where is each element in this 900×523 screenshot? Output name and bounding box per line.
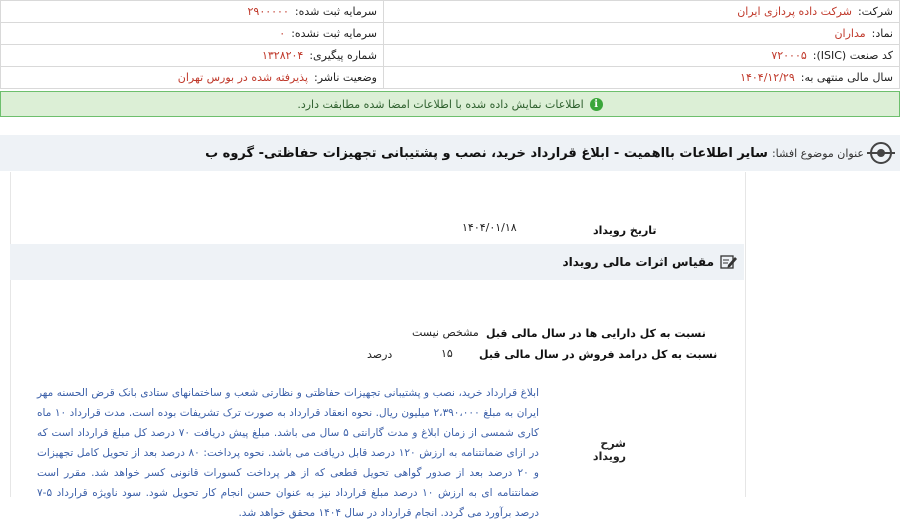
- notice-text: اطلاعات نمایش داده شده با اطلاعات امضا ش…: [297, 97, 584, 111]
- publisher-cell: وضعیت ناشر: پذیرفته شده در بورس تهران: [0, 66, 384, 89]
- isic-value: ۷۲۰۰۰۵: [771, 49, 807, 62]
- company-label: شرکت:: [857, 5, 893, 18]
- symbol-cell: نماد: مداران: [383, 22, 900, 45]
- info-icon: i: [589, 97, 603, 111]
- symbol-value: مداران: [834, 27, 866, 40]
- reg-capital-label: سرمایه ثبت شده:: [294, 5, 377, 18]
- event-date-value: ۱۴۰۴/۰۱/۱۸: [462, 221, 517, 234]
- subject-title: سایر اطلاعات بااهمیت - ابلاغ قرارداد خری…: [205, 145, 768, 161]
- reg-capital-value: ۲۹۰۰۰۰۰: [247, 5, 289, 18]
- description-label: شرح رویداد: [592, 437, 626, 463]
- financial-impact-section: مقیاس اثرات مالی رویداد: [10, 244, 744, 280]
- publisher-label: وضعیت ناشر:: [314, 71, 377, 84]
- publisher-value: پذیرفته شده در بورس تهران: [177, 71, 309, 84]
- event-date-label: تاریخ رویداد: [593, 224, 657, 237]
- assets-ratio-value: مشخص نیست: [412, 326, 479, 339]
- subject-label: عنوان موضوع افشا:: [771, 146, 864, 160]
- verification-notice: i اطلاعات نمایش داده شده با اطلاعات امضا…: [0, 91, 900, 117]
- company-info-table: شرکت: شرکت داده پردازی ایران سرمایه ثبت ش…: [0, 0, 900, 89]
- revenue-ratio-unit: درصد: [367, 348, 393, 361]
- fiscal-value: ۱۴۰۴/۱۲/۲۹: [740, 71, 795, 84]
- isic-cell: کد صنعت (ISIC): ۷۲۰۰۰۵: [383, 44, 900, 67]
- unreg-capital-label: سرمایه ثبت نشده:: [291, 27, 377, 40]
- company-cell: شرکت: شرکت داده پردازی ایران: [383, 0, 900, 23]
- subject-bar: عنوان موضوع افشا: سایر اطلاعات بااهمیت -…: [0, 135, 900, 171]
- section-title: مقیاس اثرات مالی رویداد: [562, 255, 714, 269]
- target-icon: [867, 142, 895, 164]
- company-value: شرکت داده پردازی ایران: [737, 5, 852, 18]
- fiscal-cell: سال مالی منتهی به: ۱۴۰۴/۱۲/۲۹: [383, 66, 900, 89]
- revenue-ratio-label: نسبت به کل درامد فروش در سال مالی قبل: [479, 348, 718, 361]
- reg-capital-cell: سرمایه ثبت شده: ۲۹۰۰۰۰۰: [0, 0, 384, 23]
- unreg-capital-value: ۰: [279, 27, 286, 40]
- symbol-label: نماد:: [871, 27, 893, 40]
- fiscal-label: سال مالی منتهی به:: [800, 71, 893, 84]
- description-text: ابلاغ قرارداد خرید، نصب و پشتیبانی تجهیز…: [37, 387, 540, 519]
- revenue-ratio-value: ۱۵: [441, 347, 453, 360]
- isic-label: کد صنعت (ISIC):: [812, 49, 893, 62]
- assets-ratio-label: نسبت به کل دارایی ها در سال مالی قبل: [486, 327, 706, 340]
- unreg-capital-cell: سرمایه ثبت نشده: ۰: [0, 22, 384, 45]
- tracking-cell: شماره پیگیری: ۱۳۲۸۲۰۴: [0, 44, 384, 67]
- edit-icon: [720, 255, 737, 269]
- tracking-label: شماره پیگیری:: [309, 49, 377, 62]
- tracking-value: ۱۳۲۸۲۰۴: [261, 49, 304, 62]
